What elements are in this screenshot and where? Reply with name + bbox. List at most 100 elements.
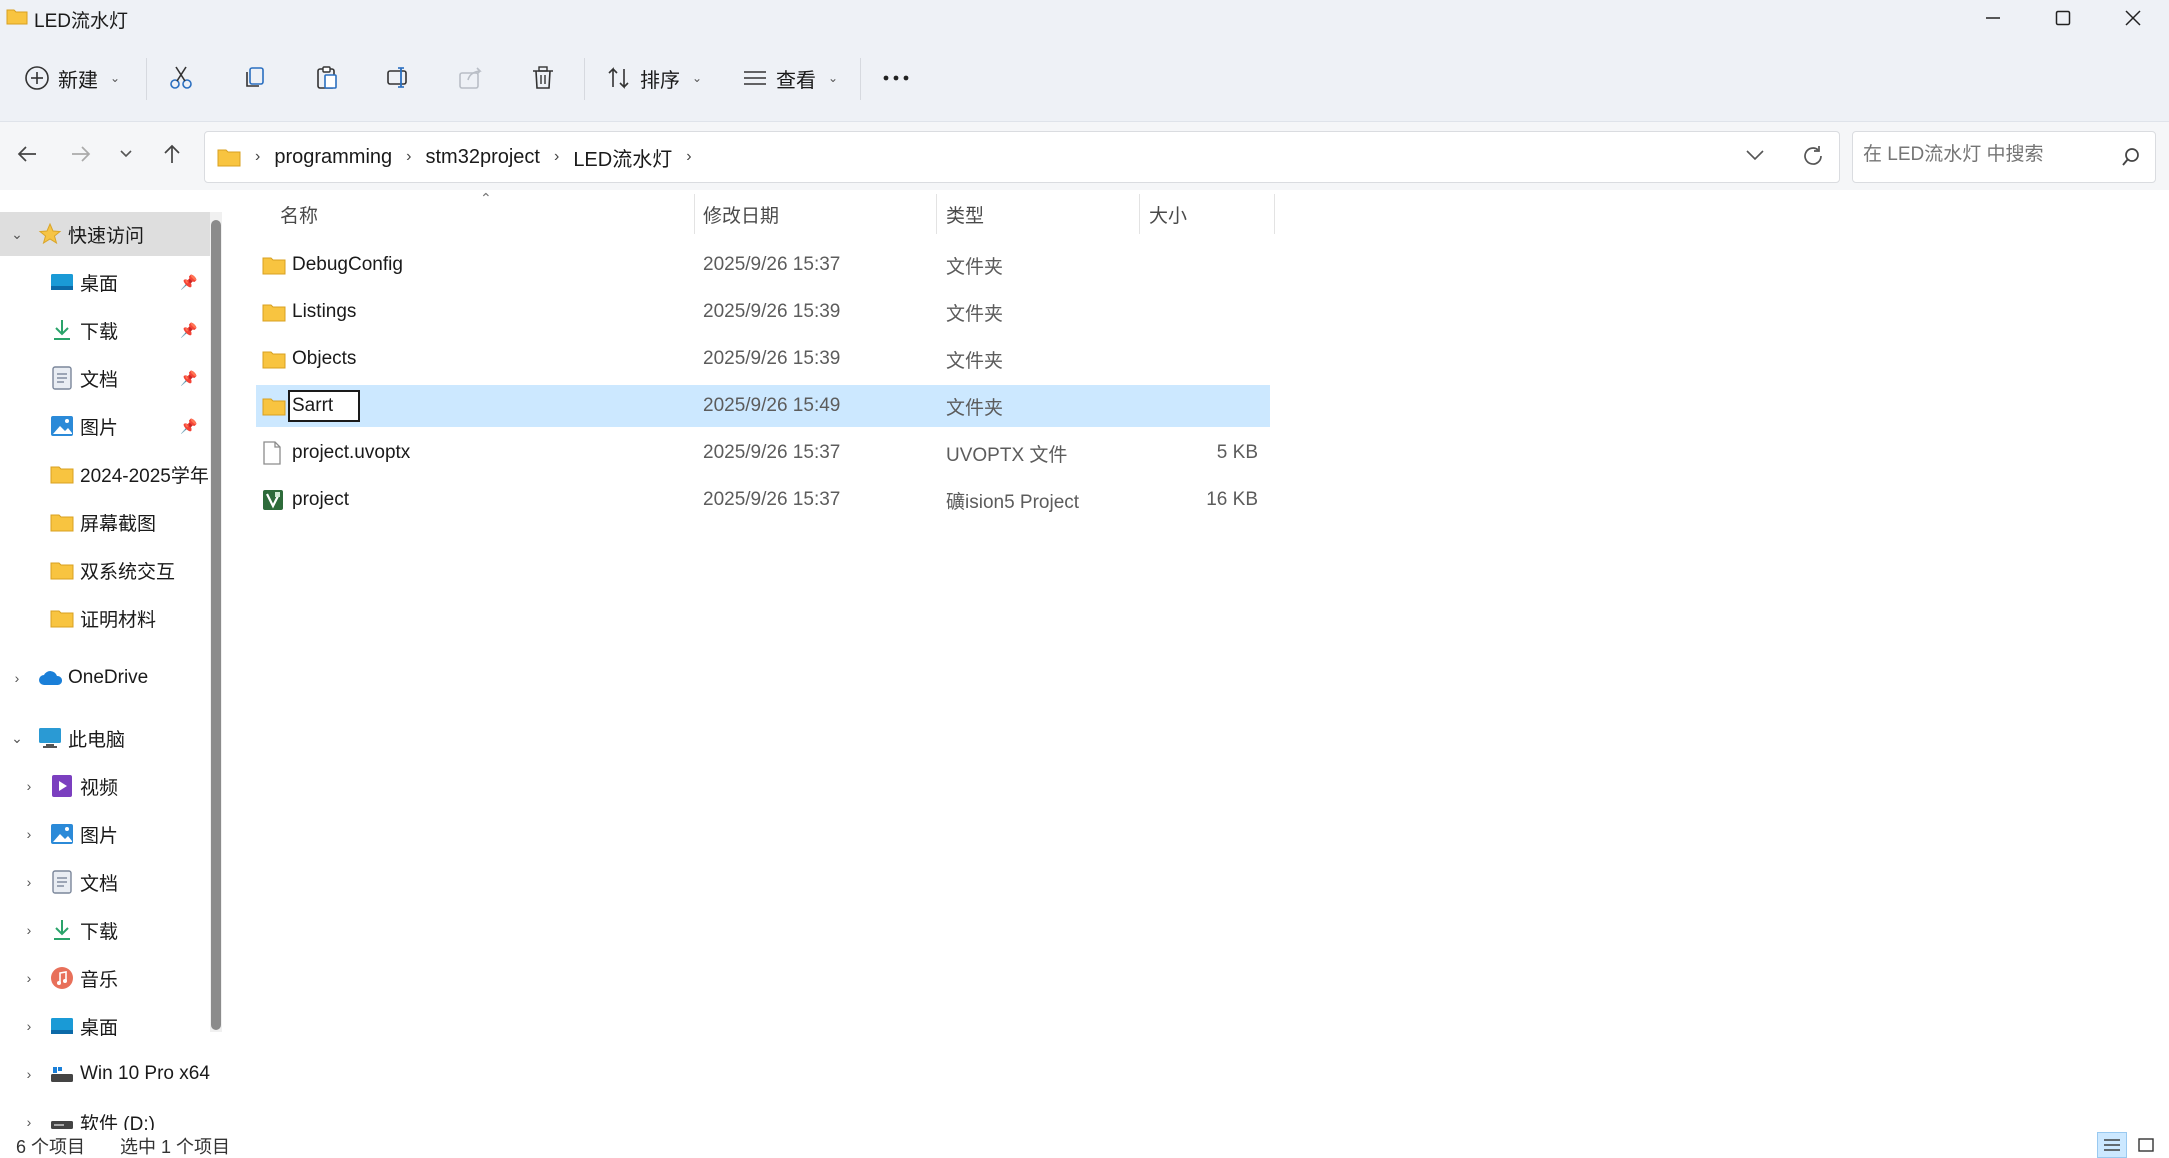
- paste-button[interactable]: [314, 56, 340, 100]
- sidebar-item-onedrive[interactable]: › OneDrive: [0, 656, 210, 700]
- copy-button[interactable]: [242, 56, 268, 100]
- breadcrumb-stm32project[interactable]: stm32project: [425, 146, 540, 169]
- sidebar-scrollbar-thumb[interactable]: [211, 220, 221, 1030]
- delete-button[interactable]: [530, 56, 556, 100]
- column-divider[interactable]: [1274, 194, 1275, 234]
- column-header-size[interactable]: 大小: [1149, 190, 1187, 238]
- sidebar-item-label: 视频: [80, 777, 119, 799]
- folder-icon: [50, 510, 74, 534]
- chevron-right-icon[interactable]: ›: [20, 970, 38, 986]
- recent-locations-button[interactable]: [108, 136, 144, 172]
- column-divider[interactable]: [936, 194, 937, 234]
- sidebar-item-software-drive[interactable]: › 软件 (D:): [0, 1100, 210, 1131]
- address-bar[interactable]: › programming › stm32project › LED流水灯 ›: [204, 131, 1840, 183]
- share-button[interactable]: [458, 56, 484, 100]
- file-row[interactable]: Objects 2025/9/26 15:39 文件夹: [256, 338, 1270, 380]
- chevron-right-icon[interactable]: ›: [20, 826, 38, 842]
- cloud-icon: [38, 666, 62, 690]
- sidebar-item-screenshots[interactable]: 屏幕截图: [0, 500, 210, 544]
- view-button[interactable]: 查看 ⌄: [742, 56, 838, 100]
- file-modified: 2025/9/26 15:37: [703, 489, 841, 510]
- sidebar-item-pictures[interactable]: 图片 📌: [0, 404, 210, 448]
- chevron-right-icon[interactable]: ›: [20, 922, 38, 938]
- sidebar-item-pc-desktop[interactable]: › 桌面: [0, 1004, 210, 1048]
- file-row[interactable]: project 2025/9/26 15:37 礦ision5 Project …: [256, 479, 1270, 521]
- breadcrumb-separator-icon: ›: [553, 148, 560, 165]
- sidebar-item-win10-drive[interactable]: › Win 10 Pro x64: [0, 1052, 210, 1096]
- pin-icon[interactable]: 📌: [180, 370, 197, 387]
- details-view-button[interactable]: [2097, 1132, 2127, 1158]
- up-button[interactable]: [154, 136, 190, 172]
- chevron-down-icon: ⌄: [110, 71, 121, 85]
- minimize-button[interactable]: [1958, 0, 2028, 36]
- search-icon[interactable]: [2121, 147, 2141, 167]
- minimize-icon: [1986, 17, 2000, 19]
- search-input[interactable]: [1863, 144, 2113, 166]
- refresh-button[interactable]: [1801, 144, 1827, 170]
- status-bar: 6 个项目 选中 1 个项目: [0, 1130, 2169, 1158]
- file-type: 文件夹: [946, 350, 1004, 372]
- file-modified: 2025/9/26 15:37: [703, 442, 841, 463]
- breadcrumb-programming[interactable]: programming: [274, 146, 392, 169]
- breadcrumb-current-folder[interactable]: LED流水灯: [573, 143, 672, 172]
- file-row[interactable]: Listings 2025/9/26 15:39 文件夹: [256, 291, 1270, 333]
- close-button[interactable]: [2098, 0, 2168, 36]
- rename-field[interactable]: Sarrt: [288, 385, 360, 427]
- sidebar-item-pc-pictures[interactable]: › 图片: [0, 812, 210, 856]
- sidebar-item-dual-system[interactable]: 双系统交互: [0, 548, 210, 592]
- sidebar-item-label: 下载: [80, 321, 119, 343]
- drive-icon: [50, 1110, 74, 1130]
- more-options-button[interactable]: [882, 56, 910, 100]
- sidebar-item-quick-access[interactable]: ⌄ 快速访问: [0, 212, 210, 256]
- chevron-right-icon[interactable]: ›: [20, 874, 38, 890]
- file-row-selected[interactable]: Sarrt 2025/9/26 15:49 文件夹: [256, 385, 1270, 427]
- column-header-modified[interactable]: 修改日期: [703, 190, 779, 238]
- column-header-type[interactable]: 类型: [946, 190, 984, 238]
- sidebar-item-pc-documents[interactable]: › 文档: [0, 860, 210, 904]
- trash-icon: [533, 66, 553, 89]
- chevron-right-icon[interactable]: ›: [20, 778, 38, 794]
- maximize-button[interactable]: [2028, 0, 2098, 36]
- chevron-right-icon[interactable]: ›: [8, 670, 26, 686]
- pin-icon[interactable]: 📌: [180, 274, 197, 291]
- sidebar-item-desktop[interactable]: 桌面 📌: [0, 260, 210, 304]
- search-box[interactable]: [1852, 131, 2156, 183]
- toolbar-divider: [584, 58, 585, 100]
- pin-icon[interactable]: 📌: [180, 322, 197, 339]
- sidebar-item-label: 软件 (D:): [80, 1113, 155, 1131]
- file-row[interactable]: DebugConfig 2025/9/26 15:37 文件夹: [256, 244, 1270, 286]
- sidebar-item-downloads[interactable]: 下载 📌: [0, 308, 210, 352]
- sidebar-item-this-pc[interactable]: ⌄ 此电脑: [0, 716, 210, 760]
- column-divider[interactable]: [694, 194, 695, 234]
- chevron-right-icon[interactable]: ›: [20, 1066, 38, 1082]
- new-button[interactable]: 新建 ⌄: [24, 56, 120, 100]
- pin-icon[interactable]: 📌: [180, 418, 197, 435]
- sidebar-item-folder-2024-2025[interactable]: 2024-2025学年: [0, 452, 210, 496]
- sidebar-item-videos[interactable]: › 视频: [0, 764, 210, 808]
- view-list-icon: [744, 71, 766, 85]
- forward-button[interactable]: [63, 136, 99, 172]
- sidebar-item-label: 音乐: [80, 969, 119, 991]
- address-history-button[interactable]: [1745, 146, 1769, 170]
- sidebar-item-pc-downloads[interactable]: › 下载: [0, 908, 210, 952]
- chevron-down-icon[interactable]: ⌄: [8, 730, 26, 747]
- chevron-right-icon[interactable]: ›: [20, 1114, 38, 1130]
- chevron-right-icon[interactable]: ›: [20, 1018, 38, 1034]
- chevron-down-icon[interactable]: ⌄: [8, 226, 26, 243]
- sidebar-item-label: 桌面: [80, 1017, 119, 1039]
- folder-icon: [50, 606, 74, 630]
- cut-button[interactable]: [168, 56, 194, 100]
- file-modified: 2025/9/26 15:37: [703, 254, 841, 275]
- column-divider[interactable]: [1139, 194, 1140, 234]
- sidebar-item-certificates[interactable]: 证明材料: [0, 596, 210, 640]
- file-row[interactable]: project.uvoptx 2025/9/26 15:37 UVOPTX 文件…: [256, 432, 1270, 474]
- sort-icon: [608, 67, 629, 89]
- sort-button[interactable]: 排序 ⌄: [606, 56, 702, 100]
- column-header-name[interactable]: 名称: [280, 190, 318, 238]
- large-icons-view-button[interactable]: [2131, 1132, 2161, 1158]
- sidebar-item-documents[interactable]: 文档 📌: [0, 356, 210, 400]
- back-button[interactable]: [9, 136, 45, 172]
- sidebar-item-music[interactable]: › 音乐: [0, 956, 210, 1000]
- rename-input[interactable]: Sarrt: [288, 390, 360, 422]
- rename-button[interactable]: [386, 56, 412, 100]
